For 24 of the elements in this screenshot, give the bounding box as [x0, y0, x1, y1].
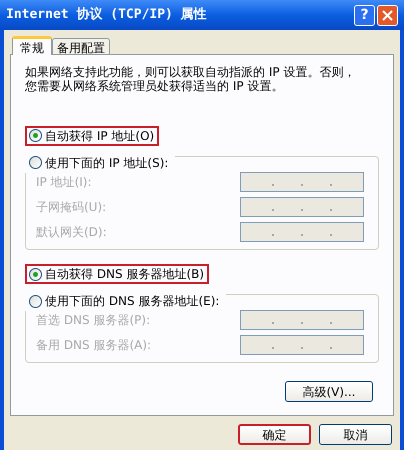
field-label: IP 地址(I):	[36, 174, 92, 190]
field-label: 备用 DNS 服务器(A):	[36, 337, 152, 354]
window-title: Internet 协议 (TCP/IP) 属性	[6, 6, 208, 24]
dialog-button[interactable]: 确定	[238, 424, 311, 445]
radio-label[interactable]: 使用下面的 DNS 服务器地址(E):	[45, 292, 220, 310]
radio-label[interactable]: 使用下面的 IP 地址(S):	[45, 154, 168, 172]
radio-button[interactable]	[29, 268, 42, 280]
tab[interactable]: 备用配置	[52, 38, 110, 54]
help-button[interactable]: ?	[354, 4, 375, 26]
radio-label[interactable]: 自动获得 IP 地址(O)	[45, 126, 154, 144]
radio-button[interactable]	[29, 129, 42, 142]
tab[interactable]: 常规	[12, 36, 52, 55]
close-icon	[382, 10, 393, 20]
close-button[interactable]	[377, 4, 398, 26]
radio-button[interactable]	[29, 294, 42, 308]
field-label: 默认网关(D):	[36, 224, 107, 240]
dialog-button[interactable]: 取消	[319, 424, 392, 445]
field-label: 首选 DNS 服务器(P):	[36, 312, 150, 329]
field-label: 子网掩码(U):	[36, 198, 106, 216]
description-text: 如果网络支持此功能，则可以获取自动指派的 IP 设置。否则，	[25, 65, 356, 79]
description-text: 您需要从网络系统管理员处获得适当的 IP 设置。	[25, 79, 284, 93]
radio-label[interactable]: 自动获得 DNS 服务器地址(B)	[45, 265, 204, 283]
advanced-button[interactable]: 高级(V)...	[285, 381, 373, 402]
radio-button[interactable]	[29, 156, 42, 169]
